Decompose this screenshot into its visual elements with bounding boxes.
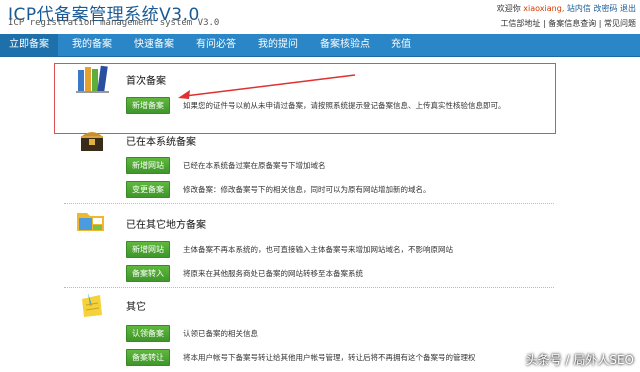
- notepad-icon: [82, 293, 102, 317]
- watermark: 头条号 / 局外人SEO: [525, 353, 634, 367]
- treasure-chest-icon: [81, 132, 103, 151]
- add-site-button[interactable]: 新增网站: [126, 157, 170, 174]
- add-site-external-button[interactable]: 新增网站: [126, 241, 170, 258]
- transfer-in-desc: 将原来在其他服务商处已备案的网站转移至本备案系统: [183, 269, 363, 278]
- change-record-desc: 修改备案：修改备案号下的相关信息，同时可以为原有网站增加新的域名。: [183, 185, 431, 194]
- add-site-desc: 已经在本系统备过案在原备案号下增加域名: [183, 161, 326, 170]
- folder-icon: [77, 213, 104, 231]
- transfer-in-button[interactable]: 备案转入: [126, 265, 170, 282]
- section-title-existing: 已在本系统备案: [126, 137, 196, 148]
- claim-record-desc: 认领已备案的相关信息: [183, 329, 258, 338]
- claim-record-button[interactable]: 认领备案: [126, 325, 170, 342]
- add-site-external-desc: 主体备案不再本系统的，也可直接输入主体备案号来增加网站域名，不影响原网站: [183, 245, 453, 254]
- transfer-out-desc: 将本用户帐号下备案号转让给其他用户帐号管理，转让后将不再拥有这个备案号的管理权: [183, 353, 476, 362]
- section-title-other: 其它: [126, 302, 146, 313]
- section-title-other-place: 已在其它地方备案: [126, 220, 206, 231]
- section-divider: [64, 287, 554, 288]
- transfer-out-button[interactable]: 备案转让: [126, 349, 170, 366]
- change-record-button[interactable]: 变更备案: [126, 181, 170, 198]
- section-divider: [64, 203, 554, 204]
